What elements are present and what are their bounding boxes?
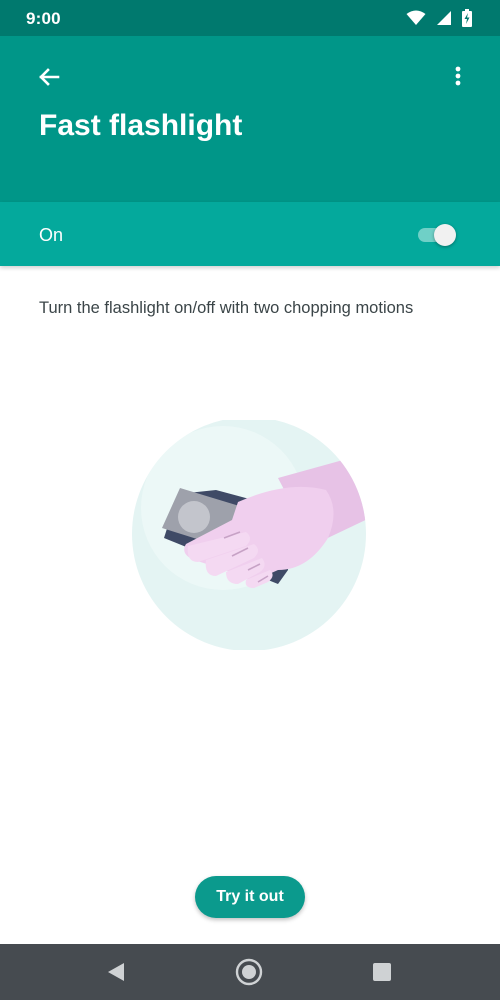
page-title: Fast flashlight	[39, 109, 243, 142]
gesture-description: Turn the flashlight on/off with two chop…	[39, 299, 414, 317]
nav-home-button[interactable]	[235, 958, 263, 986]
more-vert-icon	[455, 66, 461, 86]
wifi-icon	[406, 10, 426, 25]
more-options-button[interactable]	[446, 60, 470, 94]
system-nav-bar	[0, 944, 500, 1000]
status-icons	[406, 9, 472, 27]
switch-thumb	[434, 224, 456, 246]
on-off-switch[interactable]	[418, 224, 458, 246]
back-button[interactable]	[32, 60, 66, 94]
flashlight-lens	[178, 501, 210, 533]
try-it-out-button[interactable]: Try it out	[195, 876, 305, 918]
status-bar: 9:00	[0, 0, 500, 36]
home-circle-icon	[235, 958, 263, 986]
cell-signal-icon	[437, 11, 451, 25]
fast-flashlight-toggle-row[interactable]: On	[0, 202, 500, 266]
nav-back-button[interactable]	[102, 958, 130, 986]
hand-holding-phone-illustration	[128, 417, 370, 651]
status-time: 9:00	[26, 9, 61, 28]
toggle-label: On	[39, 225, 64, 245]
app-bar: Fast flashlight	[0, 36, 500, 202]
recents-square-icon	[373, 963, 391, 981]
arrow-back-icon	[39, 68, 60, 86]
nav-recents-button[interactable]	[368, 958, 396, 986]
back-triangle-icon	[108, 963, 124, 981]
battery-charging-icon	[462, 9, 472, 27]
